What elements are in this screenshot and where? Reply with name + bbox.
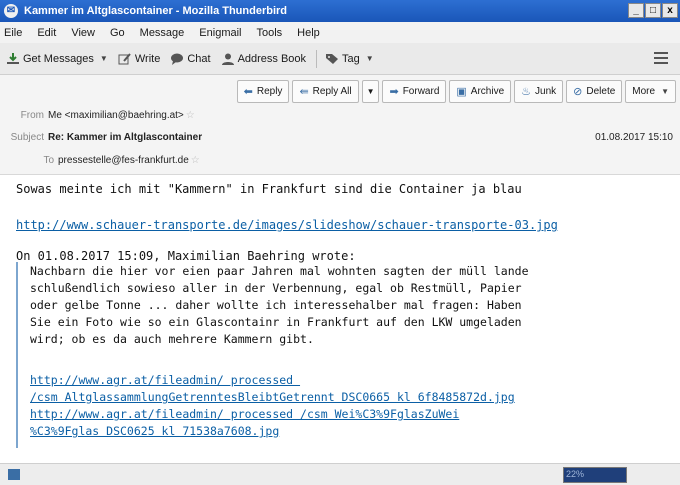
subject-row: Subject Re: Kammer im Altglascontainer	[0, 132, 202, 143]
more-label: More	[632, 86, 656, 97]
status-bar: 22%	[0, 463, 680, 485]
reply-icon: ⬅	[243, 86, 253, 98]
main-toolbar: Get Messages ▼ Write Chat Address Book T…	[0, 43, 680, 75]
to-label: To	[43, 155, 54, 166]
chevron-down-icon[interactable]: ▼	[366, 54, 374, 63]
archive-button[interactable]: ▣ Archive	[449, 80, 512, 103]
message-actions: ⬅ Reply ⇚ Reply All ▼ ➡ Forward ▣ Archive ♨ J…	[236, 80, 676, 103]
body-text: Sowas meinte ich mit "Kammern" in Frankf…	[16, 182, 522, 196]
tag-icon	[326, 53, 339, 64]
progress-label: 22%	[566, 469, 585, 479]
quote-link[interactable]: /csm AltglassammlungGetrenntesBleibtGetr…	[30, 390, 515, 404]
junk-icon: ♨	[521, 86, 532, 98]
chat-button[interactable]: Chat	[170, 52, 211, 65]
junk-button[interactable]: ♨ Junk	[514, 80, 564, 103]
forward-icon: ➡	[389, 86, 399, 98]
reply-all-label: Reply All	[312, 86, 352, 97]
forward-button[interactable]: ➡ Forward	[382, 80, 447, 103]
menu-message[interactable]: Message	[140, 27, 185, 39]
quote-link[interactable]: http://www.agr.at/fileadmin/ processed	[30, 373, 300, 387]
reply-all-button[interactable]: ⇚ Reply All	[292, 80, 359, 103]
chat-icon	[171, 53, 184, 65]
app-menu-icon[interactable]	[654, 52, 668, 67]
download-icon	[7, 52, 19, 64]
archive-icon: ▣	[456, 86, 467, 98]
message-header: ⬅ Reply ⇚ Reply All ▼ ➡ Forward ▣ Archive ♨ J…	[0, 75, 680, 175]
quote-line: Nachbarn die hier vor eien paar Jahren m…	[30, 264, 529, 278]
menu-go[interactable]: Go	[110, 27, 125, 39]
menu-help[interactable]: Help	[297, 27, 320, 39]
delete-label: Delete	[586, 86, 616, 97]
more-button[interactable]: More ▼	[625, 80, 676, 103]
archive-label: Archive	[470, 86, 505, 97]
reply-all-menu-button[interactable]: ▼	[361, 80, 380, 103]
menu-view[interactable]: View	[71, 27, 95, 39]
message-body: Sowas meinte ich mit "Kammern" in Frankf…	[0, 176, 680, 463]
chat-label: Chat	[187, 52, 211, 65]
from-row: From Me <maximilian@baehring.at> ☆	[0, 110, 195, 121]
delete-button[interactable]: ⊘ Delete	[566, 80, 623, 103]
contacts-icon	[221, 53, 234, 65]
thunderbird-icon: ✉	[4, 4, 18, 18]
body-link[interactable]: http://www.schauer-transporte.de/images/…	[16, 218, 558, 232]
quote-link[interactable]: %C3%9Fglas DSC0625 kl 71538a7608.jpg	[30, 424, 279, 438]
menu-tools[interactable]: Tools	[256, 27, 282, 39]
close-button[interactable]: x	[662, 3, 678, 18]
menu-file[interactable]: Eile	[4, 27, 22, 39]
to-value[interactable]: pressestelle@fes-frankfurt.de	[58, 155, 189, 166]
address-book-label: Address Book	[237, 52, 307, 65]
quote-attribution: On 01.08.2017 15:09, Maximilian Baehring…	[16, 249, 356, 263]
quote-line: Sie ein Foto wie so ein Glascontainr in …	[30, 315, 522, 329]
to-row: To pressestelle@fes-frankfurt.de ☆	[0, 155, 200, 166]
maximize-button[interactable]: □	[645, 3, 661, 18]
window-title: Kammer im Altglascontainer - Mozilla Thu…	[24, 5, 288, 17]
tag-button[interactable]: Tag ▼	[325, 53, 374, 65]
menu-edit[interactable]: Edit	[37, 27, 56, 39]
write-button[interactable]: Write	[118, 53, 160, 65]
window-titlebar: ✉ Kammer im Altglascontainer - Mozilla T…	[0, 0, 680, 22]
chevron-down-icon: ▼	[661, 87, 669, 96]
star-icon[interactable]: ☆	[191, 155, 200, 166]
get-messages-label: Get Messages	[23, 52, 94, 65]
reply-label: Reply	[256, 86, 283, 97]
tag-label: Tag	[342, 52, 360, 65]
forward-label: Forward	[402, 86, 440, 97]
get-messages-button[interactable]: Get Messages ▼	[6, 52, 108, 65]
write-label: Write	[134, 52, 161, 65]
chevron-down-icon[interactable]: ▼	[100, 54, 108, 63]
subject-label: Subject	[10, 132, 44, 143]
chevron-down-icon: ▼	[366, 87, 375, 96]
quote-line: wird; ob es da auch mehrere Kammern gibt…	[30, 332, 314, 346]
toolbar-divider	[316, 49, 318, 68]
menu-bar: Eile Edit View Go Message Enigmail Tools…	[0, 22, 680, 43]
from-label: From	[20, 110, 44, 121]
star-icon[interactable]: ☆	[186, 110, 195, 121]
subject-value: Re: Kammer im Altglascontainer	[48, 132, 203, 143]
reply-all-icon: ⇚	[299, 86, 309, 98]
quote-line: oder gelbe Tonne ... daher wollte ich in…	[30, 298, 522, 312]
from-value[interactable]: Me <maximilian@baehring.at>	[48, 110, 184, 121]
quote-line: schlußendlich sowieso aller in der Verbe…	[30, 281, 522, 295]
minimize-button[interactable]: _	[628, 3, 644, 18]
message-date: 01.08.2017 15:10	[595, 132, 673, 143]
junk-label: Junk	[535, 86, 557, 97]
menu-enigmail[interactable]: Enigmail	[199, 27, 241, 39]
activity-icon[interactable]	[8, 469, 20, 480]
reply-button[interactable]: ⬅ Reply	[236, 80, 290, 103]
delete-icon: ⊘	[573, 86, 583, 98]
quoted-text: Nachbarn die hier vor eien paar Jahren m…	[16, 262, 616, 448]
quote-link[interactable]: http://www.agr.at/fileadmin/ processed /…	[30, 407, 459, 421]
address-book-button[interactable]: Address Book	[221, 53, 306, 65]
pencil-icon	[118, 52, 131, 64]
